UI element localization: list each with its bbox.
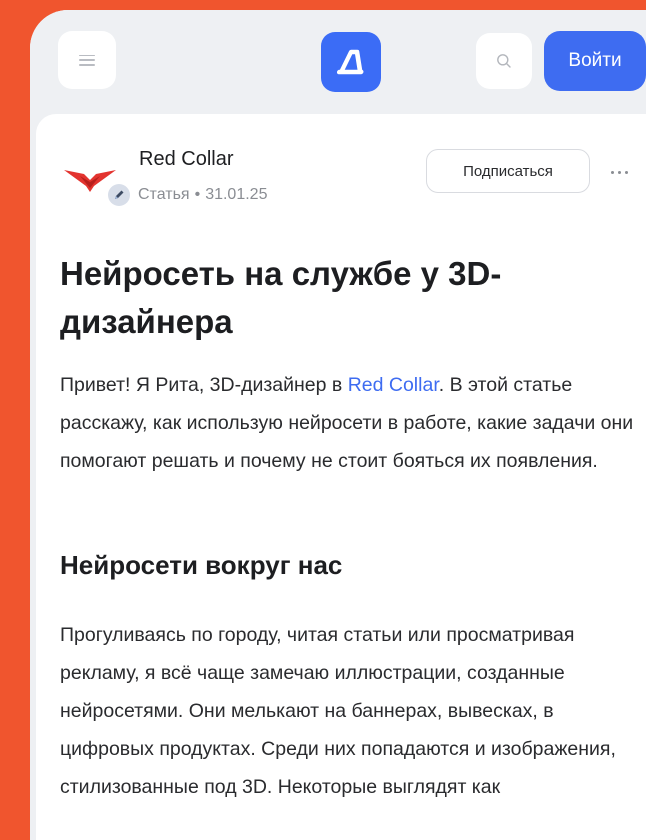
app-frame: Войти Red Collar Статья • 31.01.25 Подпи… — [30, 10, 646, 840]
pencil-badge-icon — [108, 184, 130, 206]
more-dots-icon[interactable] — [601, 160, 637, 184]
login-button[interactable]: Войти — [544, 31, 646, 91]
subscribe-button[interactable]: Подписаться — [426, 149, 590, 193]
top-bar: Войти — [30, 10, 646, 102]
meta-separator: • — [194, 186, 201, 203]
article-card: Red Collar Статья • 31.01.25 Подписаться… — [36, 114, 646, 840]
author-name[interactable]: Red Collar — [139, 148, 233, 171]
search-icon — [497, 54, 511, 68]
article-date: 31.01.25 — [205, 186, 268, 203]
app-logo[interactable] — [321, 32, 381, 92]
search-button[interactable] — [476, 33, 532, 89]
hamburger-menu-icon — [79, 54, 95, 66]
red-collar-link[interactable]: Red Collar — [348, 374, 439, 396]
section-body: Прогуливаясь по городу, читая статьи или… — [60, 624, 616, 798]
article-intro: Привет! Я Рита, 3D-дизайнер в Red Collar… — [60, 366, 646, 480]
app-logo-icon — [336, 49, 364, 75]
author-meta: Статья • 31.01.25 — [108, 184, 267, 206]
article-type: Статья — [138, 186, 190, 203]
menu-button[interactable] — [58, 31, 116, 89]
article-title: Нейросеть на службе у 3D-дизайнера — [60, 255, 502, 340]
section-heading: Нейросети вокруг нас — [60, 550, 343, 580]
intro-text-start: Привет! Я Рита, 3D-дизайнер в — [60, 374, 348, 396]
